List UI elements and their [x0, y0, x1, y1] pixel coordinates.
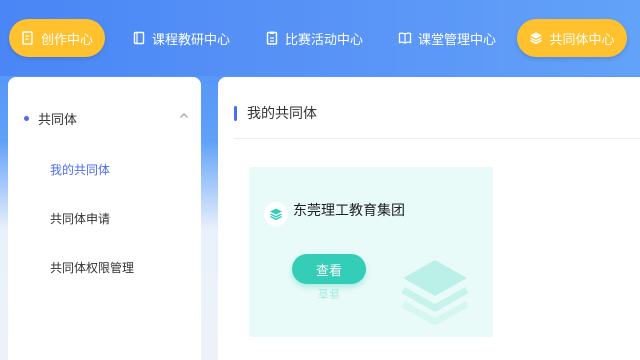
nav-community-center[interactable]: 共同体中心	[517, 19, 627, 57]
sidebar-item-community-permissions[interactable]: 共同体权限管理	[50, 259, 134, 276]
community-card[interactable]: 东莞理工教育集团 查看 查看	[249, 167, 493, 337]
nav-competition-center[interactable]: 比赛活动中心	[265, 19, 363, 57]
sidebar-item-label: 共同体权限管理	[50, 261, 135, 275]
sidebar-group-label: 共同体	[38, 112, 78, 128]
nav-label: 课堂管理中心	[418, 32, 497, 48]
sidebar-item-community-application[interactable]: 共同体申请	[50, 210, 110, 227]
view-button[interactable]: 查看	[292, 254, 366, 284]
nav-creation-center[interactable]: 创作中心	[9, 19, 105, 57]
view-button-reflection: 查看	[292, 286, 366, 302]
nav-label: 课程教研中心	[152, 32, 231, 48]
main-panel: 我的共同体 东莞理工教育集团 查看 查看	[218, 77, 640, 360]
document-edit-icon	[22, 31, 33, 45]
view-button-label: 查看	[315, 263, 342, 279]
nav-classroom-center[interactable]: 课堂管理中心	[398, 19, 496, 57]
title-accent-bar	[234, 105, 237, 121]
sidebar-item-label: 我的共同体	[50, 163, 111, 177]
sidebar-item-my-community[interactable]: 我的共同体	[50, 161, 110, 178]
sidebar-group-community[interactable]: 共同体	[24, 107, 189, 129]
open-book-icon	[398, 32, 412, 44]
nav-label: 共同体中心	[549, 32, 615, 48]
chevron-up-icon	[180, 113, 188, 118]
layers-icon	[530, 32, 543, 45]
top-navigation-bar: 创作中心 课程教研中心 比赛活动中心 课堂管理中心 共同体中心	[0, 0, 640, 76]
book-icon	[133, 31, 145, 45]
layers-icon	[270, 208, 282, 221]
bullet-dot-icon	[24, 115, 29, 121]
reflection-label: 查看	[318, 287, 340, 300]
nav-course-research-center[interactable]: 课程教研中心	[132, 19, 230, 57]
page-title-text: 我的共同体	[247, 106, 317, 122]
sidebar: 共同体 我的共同体 共同体申请 共同体权限管理	[8, 77, 201, 360]
divider	[234, 138, 640, 139]
sidebar-item-label: 共同体申请	[50, 212, 111, 226]
nav-label: 创作中心	[40, 32, 93, 48]
community-logo	[264, 202, 288, 226]
decorative-layers-icon	[401, 260, 469, 327]
clipboard-icon	[266, 31, 278, 45]
community-name: 东莞理工教育集团	[293, 203, 405, 219]
page-title: 我的共同体	[234, 103, 317, 123]
nav-label: 比赛活动中心	[285, 32, 364, 48]
